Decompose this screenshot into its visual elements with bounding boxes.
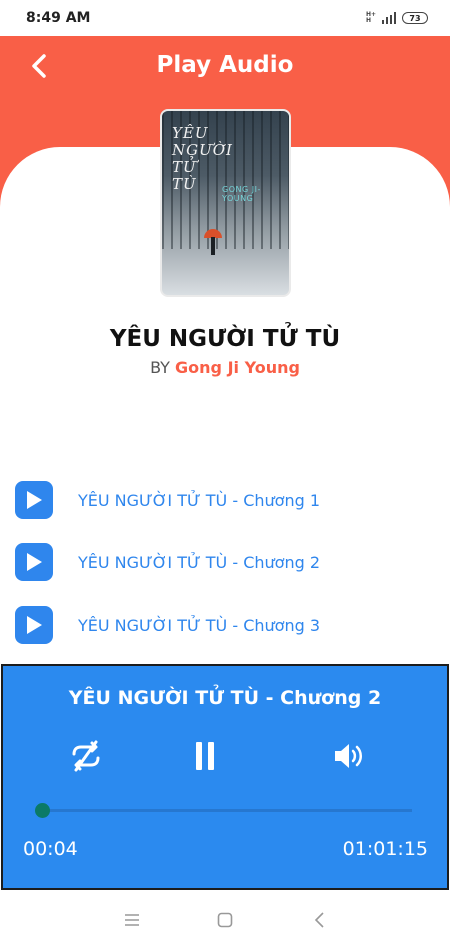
cover-title: YÊU NGƯỜI TỬ TÙ bbox=[172, 124, 233, 193]
list-item[interactable]: YÊU NGƯỜI TỬ TÙ - Chương 3 bbox=[15, 605, 435, 645]
play-icon[interactable] bbox=[15, 606, 53, 644]
network-type-icon: H+ H bbox=[365, 11, 376, 24]
play-icon[interactable] bbox=[15, 543, 53, 581]
pause-icon bbox=[196, 742, 214, 770]
chapter-label: YÊU NGƯỜI TỬ TÙ - Chương 1 bbox=[78, 490, 321, 510]
back-icon bbox=[314, 912, 324, 928]
list-item[interactable]: YÊU NGƯỜI TỬ TÙ - Chương 1 bbox=[15, 480, 435, 520]
progress-bar[interactable] bbox=[35, 803, 412, 818]
home-icon bbox=[217, 912, 233, 928]
menu-icon bbox=[125, 914, 139, 926]
elapsed-time: 00:04 bbox=[23, 838, 78, 860]
cover-author: GONG JI-YOUNG bbox=[222, 185, 261, 203]
repeat-off-icon bbox=[72, 740, 100, 772]
chapter-label: YÊU NGƯỜI TỬ TÙ - Chương 2 bbox=[78, 552, 321, 572]
status-icons: H+ H 73 bbox=[366, 12, 428, 24]
progress-thumb[interactable] bbox=[35, 803, 51, 818]
book-cover: YÊU NGƯỜI TỬ TÙ GONG JI-YOUNG bbox=[160, 109, 291, 297]
pause-button[interactable] bbox=[185, 736, 225, 776]
system-back-button[interactable] bbox=[307, 908, 331, 932]
list-item[interactable]: YÊU NGƯỜI TỬ TÙ - Chương 2 bbox=[15, 542, 435, 582]
navigation-bar bbox=[0, 890, 450, 950]
book-title: YÊU NGƯỜI TỬ TÙ bbox=[109, 326, 341, 352]
repeat-button[interactable] bbox=[66, 736, 106, 776]
menu-button[interactable] bbox=[120, 908, 144, 932]
book-author[interactable]: Gong Ji Young bbox=[175, 358, 300, 377]
chapter-label: YÊU NGƯỜI TỬ TÙ - Chương 3 bbox=[78, 615, 321, 635]
cover-figure bbox=[211, 237, 215, 255]
status-time: 8:49 AM bbox=[26, 10, 91, 26]
signal-icon bbox=[382, 12, 396, 24]
total-time: 01:01:15 bbox=[342, 838, 428, 860]
audio-player: YÊU NGƯỜI TỬ TÙ - Chương 2 00:04 01:01:1… bbox=[1, 664, 449, 890]
volume-icon bbox=[335, 744, 362, 768]
play-icon[interactable] bbox=[15, 481, 53, 519]
volume-button[interactable] bbox=[329, 736, 369, 776]
home-button[interactable] bbox=[213, 908, 237, 932]
battery-icon: 73 bbox=[402, 12, 428, 24]
by-label: BY bbox=[150, 358, 170, 377]
now-playing-title: YÊU NGƯỜI TỬ TÙ - Chương 2 bbox=[68, 687, 382, 709]
status-bar: 8:49 AM H+ H 73 bbox=[0, 0, 450, 36]
page-title: Play Audio bbox=[156, 52, 294, 78]
book-byline: BY Gong Ji Young bbox=[0, 356, 450, 380]
